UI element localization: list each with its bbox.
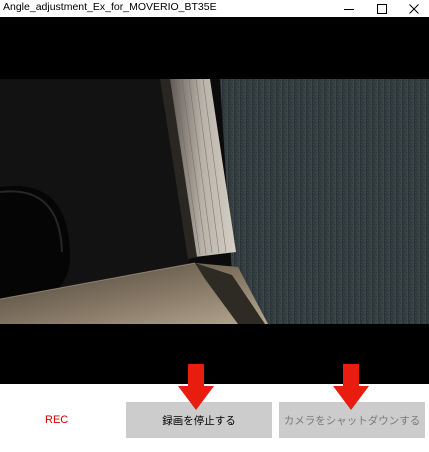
minimize-button[interactable] <box>333 0 365 17</box>
camera-frame <box>0 17 429 384</box>
down-arrow-icon <box>333 364 369 410</box>
title-bar: Angle_adjustment_Ex_for_MOVERIO_BT35E <box>0 0 429 17</box>
minimize-icon <box>344 8 354 10</box>
camera-preview <box>0 17 429 384</box>
maximize-button[interactable] <box>366 0 398 17</box>
close-icon <box>409 3 419 14</box>
rec-indicator[interactable]: REC <box>45 414 68 426</box>
down-arrow-icon <box>178 364 214 410</box>
maximize-icon <box>377 3 387 14</box>
close-button[interactable] <box>398 0 429 17</box>
app-window: Angle_adjustment_Ex_for_MOVERIO_BT35E RE… <box>0 0 429 452</box>
window-title: Angle_adjustment_Ex_for_MOVERIO_BT35E <box>3 1 217 13</box>
